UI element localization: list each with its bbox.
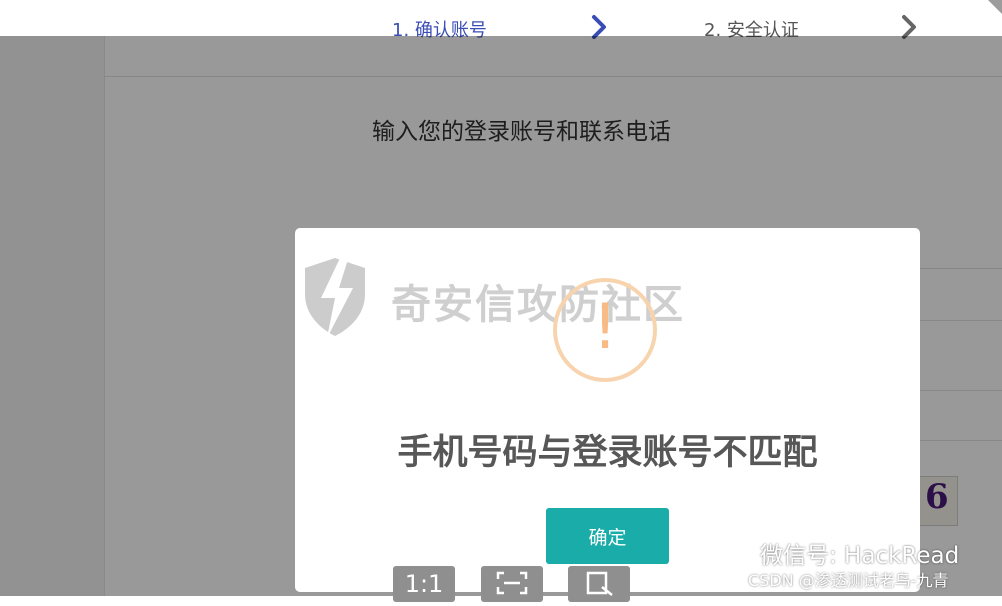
- fit-screen-icon: [496, 571, 528, 595]
- warning-glyph: !: [592, 290, 618, 363]
- confirm-button[interactable]: 确定: [546, 508, 669, 564]
- crop-button[interactable]: [568, 566, 630, 602]
- wechat-icon: [730, 545, 756, 565]
- wechat-text: 微信号: HackRead: [760, 543, 960, 569]
- fit-screen-button[interactable]: [481, 566, 543, 602]
- shield-lightning-icon: [305, 256, 365, 338]
- crop-icon: [586, 571, 613, 596]
- dialog-message: 手机号码与登录账号不匹配: [397, 433, 818, 473]
- warning-icon: !: [553, 278, 657, 382]
- csdn-watermark: CSDN @渗透测试老鸟-九青: [748, 571, 949, 590]
- wechat-watermark: 微信号: HackRead: [730, 536, 959, 570]
- actual-size-button[interactable]: 1:1: [393, 566, 455, 602]
- actual-size-label: 1:1: [404, 570, 444, 598]
